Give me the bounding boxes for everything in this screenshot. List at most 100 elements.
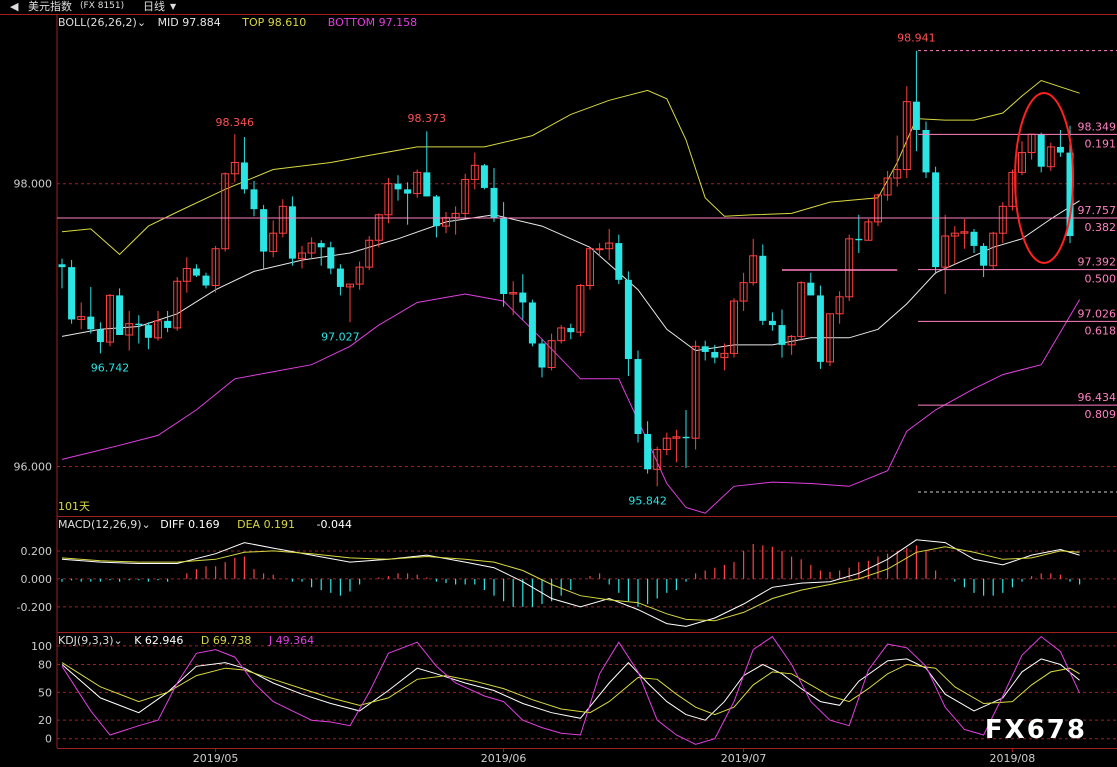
candle-body [87, 316, 95, 330]
candle-body [250, 189, 258, 210]
fib-ratio-label: 0.191 [1085, 137, 1117, 150]
stock-chart: 98.349 0.191 97.757 0.382 97.392 0.500 97.026 0… [0, 14, 1117, 765]
kdj-y-tick-label: 50 [38, 686, 52, 699]
menu-icon[interactable]: ◀ [10, 0, 18, 13]
candle-body [970, 231, 978, 246]
kdj-name[interactable]: KDJ(9,3,3) [58, 634, 114, 647]
chevron-down-icon[interactable]: ⌄ [142, 518, 151, 531]
macd-value: -0.044 [316, 518, 353, 531]
candle-body [336, 268, 344, 287]
candle-body [288, 206, 296, 259]
candle-body [528, 302, 536, 344]
candle-body [519, 292, 527, 303]
candle-body [96, 329, 104, 343]
title-bar: ◀ 美元指数 (FX 8151) 日线 ▼ [0, 0, 1117, 13]
fib-price-label: 96.434 [1078, 391, 1117, 404]
candle-body [624, 279, 632, 360]
kdj-j: J 49.364 [268, 634, 315, 647]
fib-price-label: 97.392 [1078, 256, 1117, 269]
candle-body [778, 325, 786, 345]
instrument-name: 美元指数 [28, 0, 72, 13]
y-tick-label: 98.000 [14, 178, 53, 191]
boll-bottom: BOTTOM 97.158 [327, 16, 418, 29]
candle-body [980, 245, 988, 266]
instrument-code: (FX 8151) [80, 1, 125, 11]
macd-dea: DEA 0.191 [237, 518, 296, 531]
kdj-y-tick-label: 0 [45, 733, 52, 746]
price-label: 98.346 [216, 116, 255, 129]
chevron-down-icon[interactable]: ⌄ [137, 16, 146, 29]
kdj-y-tick-label: 100 [31, 640, 52, 653]
x-tick-label: 2019/08 [990, 752, 1036, 765]
kdj-d-line [61, 662, 1080, 716]
candle-body [144, 325, 152, 338]
candle-body [202, 275, 210, 286]
macd-y-tick-label: -0.200 [17, 601, 52, 614]
candle-body [490, 187, 498, 218]
candle-body [1037, 134, 1045, 167]
candle-body [615, 243, 623, 280]
kdj-j-line [61, 635, 1081, 745]
candle-body [922, 129, 930, 173]
candle-body [116, 295, 124, 335]
kdj-d: D 69.738 [200, 634, 252, 647]
macd-header: MACD(12,26,9)⌄ DIFF 0.169 DEA 0.191 -0.0… [58, 518, 352, 532]
candle-body [135, 323, 143, 326]
candle-body [768, 320, 776, 326]
price-label: 96.742 [91, 361, 130, 374]
highlight-ellipse [1014, 92, 1074, 264]
axes: 96.000 98.000 2019/05 2019/06 2019/07 2019/08 [14, 178, 1036, 765]
kdj-y-tick-label: 20 [38, 714, 52, 727]
macd-y-tick-label: 0.000 [21, 573, 53, 586]
candle-body [538, 343, 546, 368]
candle-body [759, 255, 767, 321]
fib-price-label: 97.757 [1078, 204, 1117, 217]
candle-body [404, 189, 412, 194]
period-dropdown-icon[interactable]: ▼ [170, 0, 176, 13]
candle-body [432, 196, 440, 227]
macd-name[interactable]: MACD(12,26,9) [58, 518, 142, 531]
candle-body [932, 172, 940, 268]
candle-body [260, 209, 268, 252]
candle-body [1056, 146, 1064, 153]
macd-diff: DIFF 0.169 [160, 518, 220, 531]
price-label: 97.027 [321, 330, 360, 343]
macd-y-tick-label: 0.200 [21, 545, 53, 558]
kdj-y-tick-label: 80 [38, 658, 52, 671]
fib-price-label: 97.026 [1078, 307, 1117, 320]
bar-count-label: 101天 [58, 500, 90, 513]
chevron-down-icon[interactable]: ⌄ [114, 634, 123, 647]
boll-mid: MID 97.884 [157, 16, 221, 29]
price-label: 98.373 [408, 112, 447, 125]
kdj-header: KDJ(9,3,3)⌄ K 62.946 D 69.738 J 49.364 [58, 634, 314, 648]
x-tick-label: 2019/07 [721, 752, 767, 765]
boll-header: BOLL(26,26,2)⌄ MID 97.884 TOP 98.610 BOT… [58, 16, 417, 30]
boll-name[interactable]: BOLL(26,26,2) [58, 16, 137, 29]
candle-body [807, 282, 815, 296]
candle-body [164, 320, 172, 328]
x-tick-label: 2019/06 [481, 752, 527, 765]
candle-body [317, 243, 325, 248]
period-selector[interactable]: 日线 [143, 0, 165, 13]
candle-body [816, 295, 824, 362]
kdj-k: K 62.946 [134, 634, 184, 647]
kdj-panel: 100 80 50 20 0 [31, 635, 1117, 746]
fib-ratio-label: 0.382 [1085, 221, 1117, 234]
candle-body [711, 351, 719, 358]
candle-body [500, 217, 508, 294]
candle-body [68, 267, 76, 320]
candle-body [595, 248, 604, 251]
boll-top: TOP 98.610 [242, 16, 307, 29]
price-label: 95.842 [628, 494, 667, 507]
y-tick-label: 96.000 [14, 461, 53, 474]
candle-body [644, 433, 652, 470]
candle-body [855, 238, 863, 241]
fib-price-label: 98.349 [1078, 120, 1117, 133]
fib-ratio-label: 0.809 [1085, 408, 1117, 421]
candle-body [480, 165, 488, 188]
price-label: 98.941 [897, 32, 936, 45]
candle-body [567, 327, 575, 333]
candle-body [394, 183, 402, 190]
candle-body [423, 172, 431, 197]
watermark-logo: FX678 [984, 715, 1087, 745]
